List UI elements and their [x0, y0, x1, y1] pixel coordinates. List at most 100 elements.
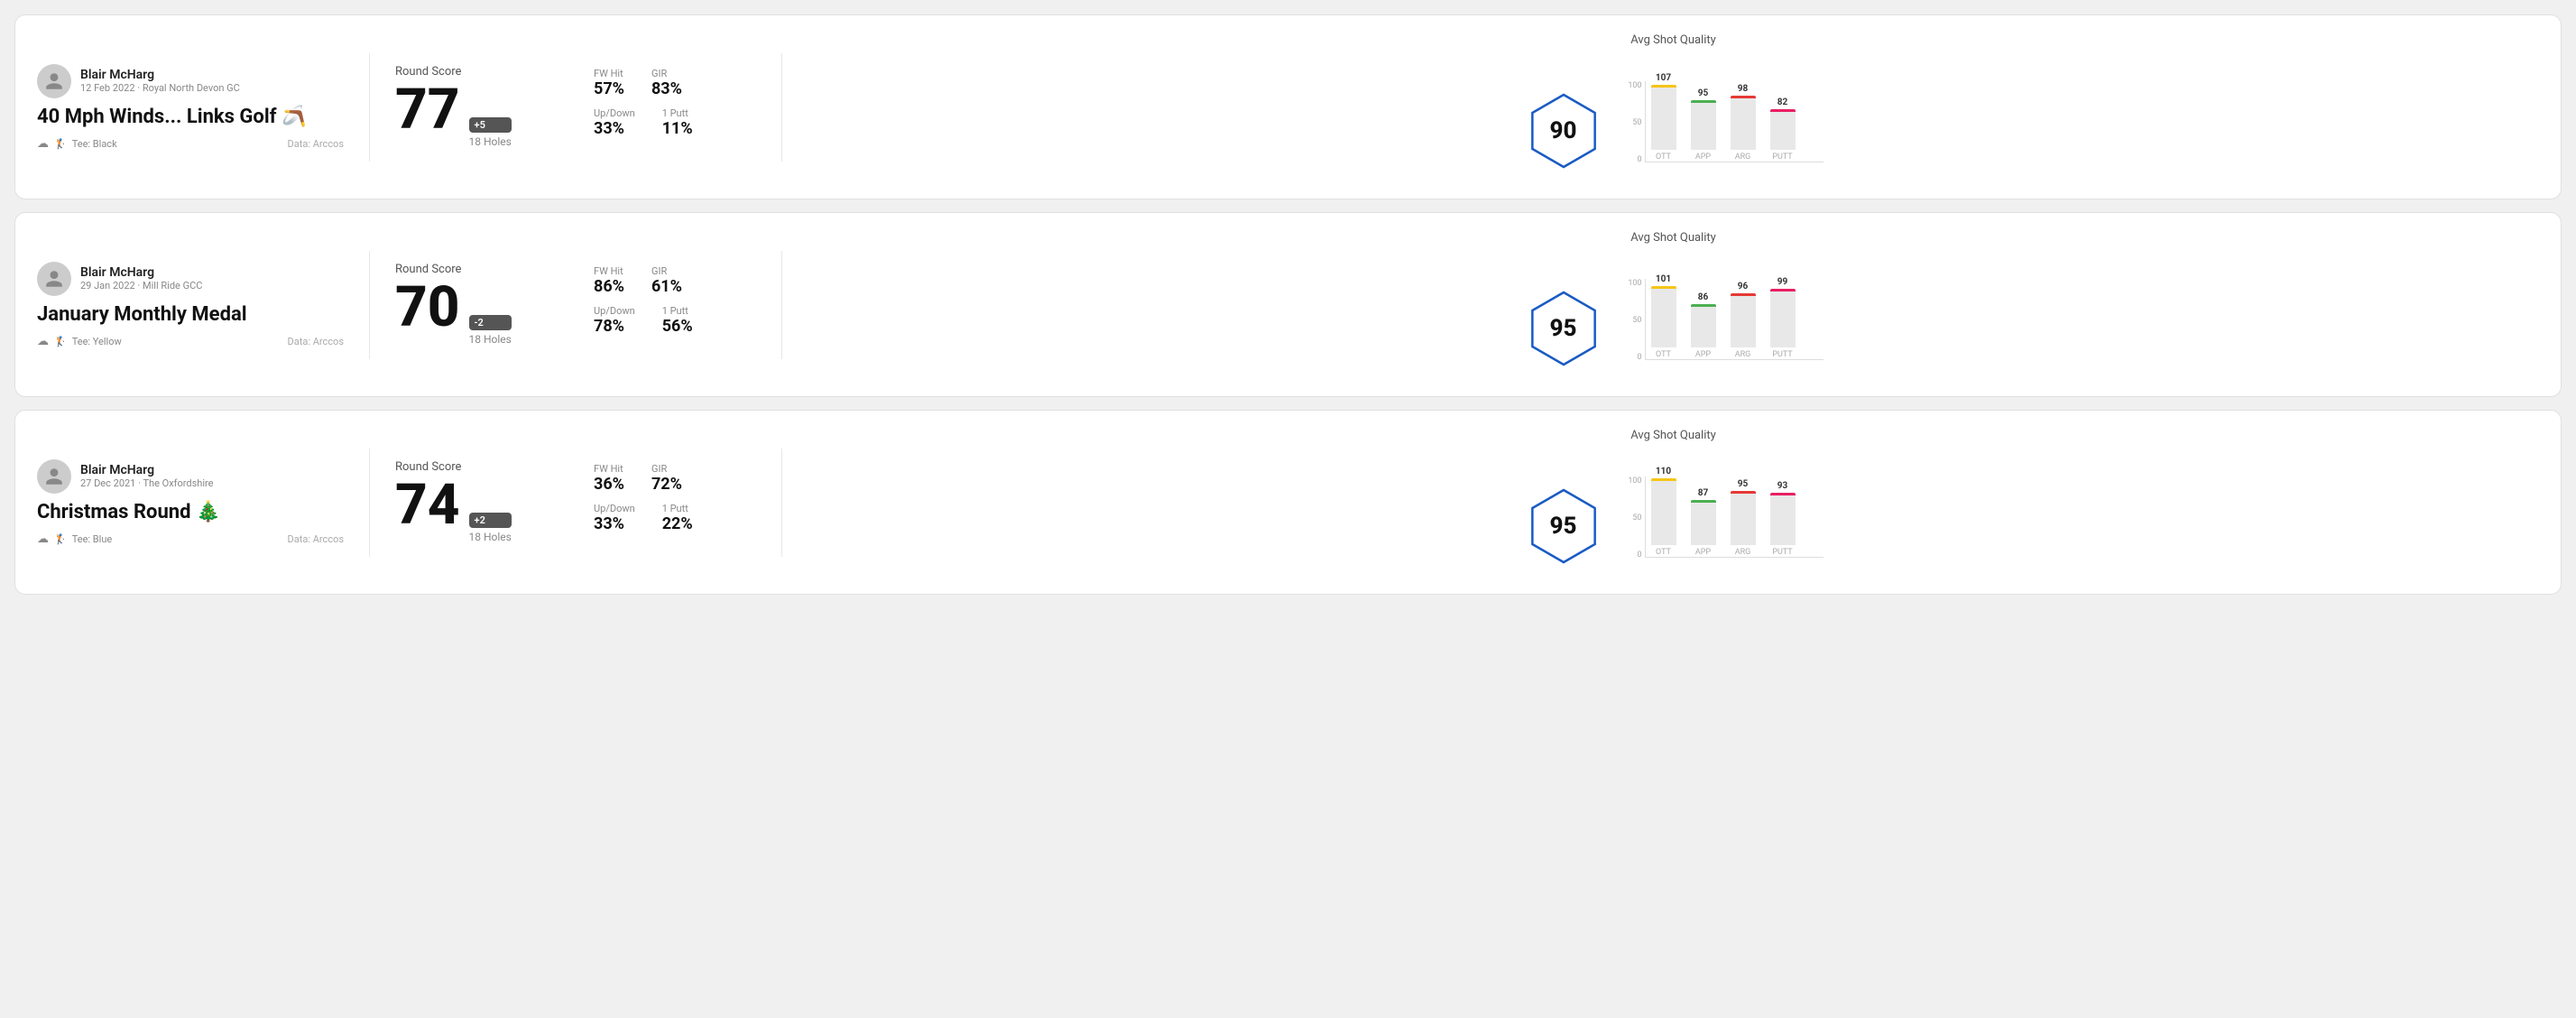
bar-value: 98 — [1738, 84, 1748, 94]
bar-axis-label: ARG — [1735, 153, 1751, 162]
bar-accent — [1651, 478, 1676, 481]
fw-hit-label: FW Hit — [594, 463, 624, 475]
gir-label: GIR — [651, 68, 682, 79]
fw-hit-label: FW Hit — [594, 68, 624, 79]
bar-value: 101 — [1656, 274, 1671, 284]
hexagon-score: 95 — [1550, 513, 1577, 540]
user-row: Blair McHarg12 Feb 2022 · Royal North De… — [37, 64, 344, 98]
gir-value: 83% — [651, 79, 682, 98]
bar-axis-label: ARG — [1735, 350, 1751, 359]
tee-info: ☁ 🏌 Tee: Yellow — [37, 335, 122, 348]
holes-text: 18 Holes — [469, 333, 512, 346]
bar-background — [1691, 304, 1716, 347]
bar-axis-label: OTT — [1656, 153, 1671, 162]
bar-value: 86 — [1698, 292, 1708, 302]
avatar — [37, 459, 71, 494]
bar-axis-label: APP — [1695, 350, 1711, 359]
gir-stat: GIR72% — [651, 463, 682, 494]
quality-content: 95100500110OTT87APP95ARG93PUTT — [1524, 477, 1824, 576]
user-name: Blair McHarg — [80, 68, 240, 82]
bar-group: 99PUTT — [1770, 277, 1796, 359]
updown-stat: Up/Down33% — [594, 107, 635, 138]
round-title: Christmas Round 🎄 — [37, 501, 344, 523]
oneputt-label: 1 Putt — [662, 305, 693, 317]
holes-text: 18 Holes — [469, 531, 512, 543]
fw-hit-value: 36% — [594, 475, 624, 494]
fw-hit-value: 86% — [594, 277, 624, 296]
user-row: Blair McHarg29 Jan 2022 · Mill Ride GCC — [37, 262, 344, 296]
user-info: Blair McHarg29 Jan 2022 · Mill Ride GCC — [80, 265, 202, 292]
tee-label: Tee: Blue — [72, 533, 113, 545]
stats-section: FW Hit86% GIR61% Up/Down78%1 Putt56% — [594, 265, 756, 345]
bar-background — [1651, 85, 1676, 150]
bag-icon: 🏌 — [54, 533, 67, 545]
round-left-section: Blair McHarg27 Dec 2021 · The Oxfordshir… — [37, 459, 344, 546]
bar-value: 107 — [1656, 73, 1671, 83]
score-modifier-badge: +2 — [469, 513, 512, 528]
bag-icon: 🏌 — [54, 138, 67, 150]
bar-axis-label: APP — [1695, 548, 1711, 557]
bag-icon: 🏌 — [54, 336, 67, 347]
gir-label: GIR — [651, 463, 682, 475]
bar-value: 82 — [1777, 97, 1787, 107]
fw-hit-stat: FW Hit36% — [594, 463, 624, 494]
hexagon-score: 90 — [1550, 117, 1577, 144]
data-source: Data: Arccos — [288, 138, 344, 150]
bar-accent — [1691, 304, 1716, 307]
stats-section: FW Hit36%GIR72%Up/Down33%1 Putt22% — [594, 463, 756, 542]
score-modifier-badge: -2 — [469, 315, 512, 330]
bar-group: 110OTT — [1651, 467, 1676, 557]
stat-row-bottom: Up/Down78%1 Putt56% — [594, 305, 756, 336]
score-number: 70 — [395, 280, 460, 336]
updown-value: 33% — [594, 514, 635, 533]
round-title: January Monthly Medal — [37, 303, 344, 326]
bar-group: 107 OTT — [1651, 73, 1676, 162]
section-divider-2 — [781, 449, 782, 557]
oneputt-stat: 1 Putt56% — [662, 305, 693, 336]
date-course: 27 Dec 2021 · The Oxfordshire — [80, 477, 213, 489]
updown-label: Up/Down — [594, 107, 635, 119]
bar-background — [1770, 109, 1796, 150]
gir-stat: GIR61% — [651, 265, 682, 296]
bar-accent — [1691, 100, 1716, 103]
gir-value: 72% — [651, 475, 682, 494]
user-info: Blair McHarg12 Feb 2022 · Royal North De… — [80, 68, 240, 94]
user-name: Blair McHarg — [80, 265, 202, 280]
bar-group: 95APP — [1691, 88, 1716, 162]
round-title: 40 Mph Winds... Links Golf 🪃 — [37, 106, 344, 128]
hexagon-container: 95 — [1524, 289, 1603, 368]
bar-accent — [1651, 85, 1676, 88]
quality-content: 90100500107OTT95APP98ARG82PUTT — [1524, 81, 1824, 180]
holes-text: 18 Holes — [469, 135, 512, 148]
section-divider-1 — [369, 449, 370, 557]
bar-accent — [1651, 286, 1676, 289]
fw-hit-value: 57% — [594, 79, 624, 98]
oneputt-label: 1 Putt — [662, 503, 693, 514]
footer-row: ☁ 🏌 Tee: Black Data: Arccos — [37, 137, 344, 151]
bar-background — [1731, 293, 1756, 347]
fw-hit-stat: FW Hit86% — [594, 265, 624, 296]
section-divider-2 — [781, 251, 782, 359]
hexagon-score: 95 — [1550, 315, 1577, 342]
quality-label: Avg Shot Quality — [1630, 33, 1716, 47]
section-divider-1 — [369, 251, 370, 359]
bar-group: 95ARG — [1731, 479, 1756, 557]
score-badge-holes: +518 Holes — [469, 117, 512, 148]
date-course: 12 Feb 2022 · Royal North Devon GC — [80, 82, 240, 94]
bar-value: 87 — [1698, 488, 1708, 498]
oneputt-stat: 1 Putt11% — [662, 107, 693, 138]
bar-background — [1731, 491, 1756, 545]
fw-hit-label: FW Hit — [594, 265, 624, 277]
bar-group: 86 APP — [1691, 292, 1716, 359]
stat-row-top: FW Hit57% GIR83% — [594, 68, 756, 98]
bar-axis-label: OTT — [1656, 548, 1671, 557]
tee-label: Tee: Yellow — [72, 336, 122, 347]
avatar — [37, 262, 71, 296]
bar-accent — [1731, 96, 1756, 98]
updown-label: Up/Down — [594, 305, 635, 317]
tee-label: Tee: Black — [72, 138, 117, 150]
bar-value: 95 — [1698, 88, 1708, 98]
bar-background — [1651, 478, 1676, 545]
bar-value: 93 — [1777, 481, 1787, 491]
bar-group: 101OTT — [1651, 274, 1676, 359]
